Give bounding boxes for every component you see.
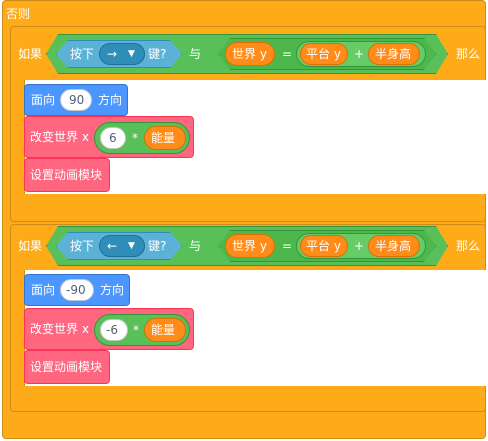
var-world-y-text-2: 世界 y — [232, 239, 267, 253]
equals-sign-1: = — [282, 47, 293, 61]
key-pressed-suffix-1: 键? — [148, 47, 167, 61]
plus-sign-2: + — [354, 239, 365, 253]
multiply-sign-2: * — [133, 323, 139, 337]
key-dropdown-2[interactable] — [99, 235, 145, 257]
direction-value-1: 90 — [69, 93, 85, 107]
key-value-1: → — [107, 47, 118, 61]
direction-value-2: -90 — [66, 283, 86, 297]
and-label-2: 与 — [189, 239, 202, 253]
key-value-2: ← — [107, 239, 118, 253]
change-label-1: 改变世界 x — [30, 130, 89, 144]
point-suffix-2: 方向 — [100, 283, 125, 297]
var-platform-y-text-2: 平台 y — [306, 239, 341, 253]
change-label-2: 改变世界 x — [30, 322, 89, 336]
key-pressed-suffix-2: 键? — [148, 239, 167, 253]
multiply-sign-1: * — [132, 131, 138, 145]
point-suffix-1: 方向 — [98, 93, 123, 107]
else-label: 否则 — [6, 7, 31, 21]
if-label-2: 如果 — [18, 239, 43, 253]
key-pressed-prefix-2: 按下 — [70, 239, 95, 253]
var-energy-text-2: 能量 — [151, 323, 176, 337]
var-platform-y-text-1: 平台 y — [306, 47, 341, 61]
point-prefix-1: 面向 — [31, 93, 56, 107]
var-half-height-text-2: 半身高 — [375, 239, 412, 253]
then-label-2: 那么 — [456, 239, 481, 253]
speed-value-1: 6 — [109, 131, 117, 145]
anim-label-1: 设置动画模块 — [30, 168, 103, 182]
key-dropdown-1[interactable] — [99, 43, 145, 65]
then-label-1: 那么 — [456, 47, 481, 61]
point-prefix-2: 面向 — [31, 283, 56, 297]
and-label-1: 与 — [189, 47, 202, 61]
var-energy-text-1: 能量 — [151, 131, 176, 145]
var-half-height-text-1: 半身高 — [375, 47, 412, 61]
var-world-y-text-1: 世界 y — [232, 47, 267, 61]
key-pressed-prefix-1: 按下 — [70, 47, 95, 61]
speed-value-2: -6 — [106, 323, 118, 337]
chevron-down-icon: ▼ — [128, 49, 135, 59]
if-label-1: 如果 — [18, 47, 43, 61]
chevron-down-icon: ▼ — [128, 241, 135, 251]
equals-sign-2: = — [282, 239, 293, 253]
anim-label-2: 设置动画模块 — [30, 360, 103, 374]
plus-sign-1: + — [354, 47, 365, 61]
